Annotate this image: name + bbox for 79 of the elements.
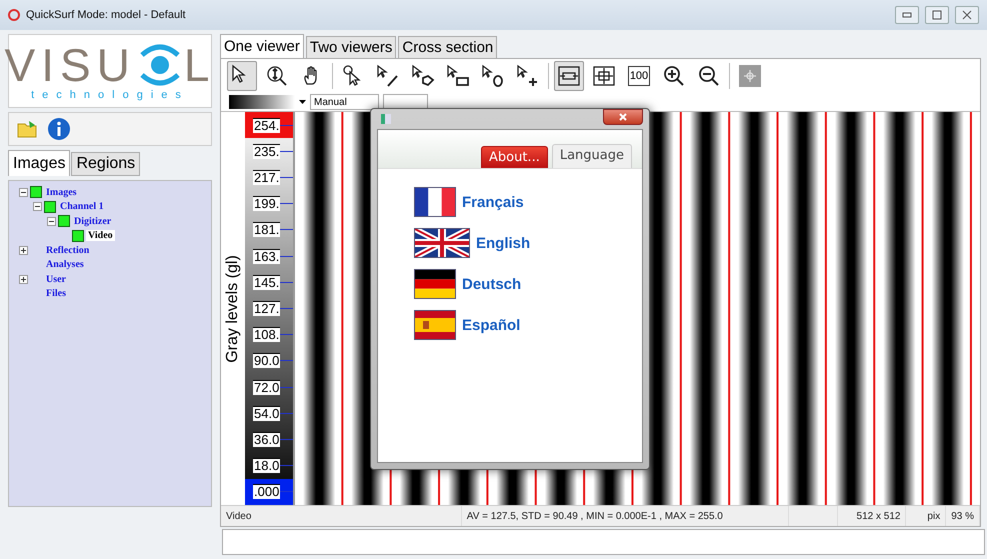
collapse-icon[interactable] [33,202,42,212]
pointer-line-icon [376,64,400,88]
scale-label: .000 [253,484,280,500]
axis-title: Gray levels (gl) [224,254,242,362]
tab[interactable]: One viewer [220,34,304,58]
minimize-icon [902,12,912,18]
window-icon [381,114,391,124]
language-link[interactable]: Français [462,194,524,210]
flag-icon [414,228,470,258]
tab[interactable]: Language [552,144,632,168]
collapse-icon[interactable] [19,188,28,197]
pointer-polygon-icon [411,64,435,88]
language-link[interactable]: English [476,234,530,252]
tree-item[interactable]: Reflection [44,244,92,256]
window-title: QuickSurf Mode: model - Default [26,9,187,21]
maximize-icon [932,10,942,20]
status-text: 512 x 512 [838,506,906,526]
close-icon [618,112,628,122]
pointer-ellipse-icon [481,64,505,88]
info-icon[interactable] [47,117,71,141]
status-text: pix [906,506,946,526]
tree-item[interactable]: Files [44,288,68,300]
zoom-extent-icon [265,64,289,88]
flag-icon [414,310,456,340]
fit-page-icon [592,64,616,88]
crosshair-icon [738,64,762,88]
app-icon [8,9,20,21]
tree-item[interactable]: Images [44,186,79,198]
status-text: Video [221,506,462,526]
scale-label: 163. [253,248,280,264]
minimize-button[interactable] [895,6,919,24]
tab[interactable]: Images [8,150,70,176]
scale-label: 217. [253,170,280,185]
palette-dropdown[interactable] [229,95,295,109]
tool-button[interactable] [227,61,257,91]
scale-label: 18.0 [253,458,280,474]
language-link[interactable]: Deutsch [462,276,522,292]
scale-label: 235. [253,144,280,159]
tree-item[interactable]: Channel 1 [58,201,106,212]
scale-label: 127. [253,300,280,316]
close-button[interactable] [955,6,979,24]
close-button[interactable] [603,109,643,125]
tab[interactable]: About... [481,146,548,168]
tab[interactable]: Regions [71,152,140,176]
status-text: AV = 127.5, STD = 90.49 , MIN = 0.000E-1 , MAX = 255.0 [462,506,789,526]
tool-button[interactable] [554,61,584,91]
scale-label: 36.0 [253,432,280,447]
fit-width-icon [557,64,581,88]
expand-icon[interactable] [19,274,28,284]
input-field[interactable] [222,529,985,555]
pointer-plus-icon [516,64,540,88]
maximize-button[interactable] [925,6,949,24]
dropdown-arrow-icon [299,100,306,104]
tree-item[interactable]: Analyses [44,259,86,270]
mode-dropdown[interactable]: Manual [310,94,379,110]
zoom-out-icon [697,64,721,88]
scale-label: 199. [253,196,280,212]
zoom-in-icon [662,64,686,88]
language-link[interactable]: Español [462,316,520,334]
tab[interactable]: Two viewers [306,36,396,58]
folder-icon[interactable] [17,119,39,139]
scale-label: 72.0 [253,380,280,395]
tree-item[interactable]: Digitizer [72,216,114,227]
scale-label: 254. [253,118,280,132]
tab[interactable]: Cross section [398,36,498,58]
scale-label: 54.0 [253,406,280,421]
scale-label: 108. [253,327,280,342]
tree-item[interactable]: User [44,274,68,285]
pointer-rectangle-icon [446,64,470,88]
flag-icon [414,187,456,217]
collapse-icon[interactable] [47,216,56,226]
status-text: 93 % [946,506,980,526]
scale-label: 181. [253,222,280,238]
expand-icon[interactable] [19,246,28,255]
close-icon [962,10,972,20]
tree-item[interactable]: Video [86,230,115,242]
scale-label: 145. [253,274,280,290]
scale-label: 90.0 [253,353,280,368]
flag-icon [414,269,456,299]
